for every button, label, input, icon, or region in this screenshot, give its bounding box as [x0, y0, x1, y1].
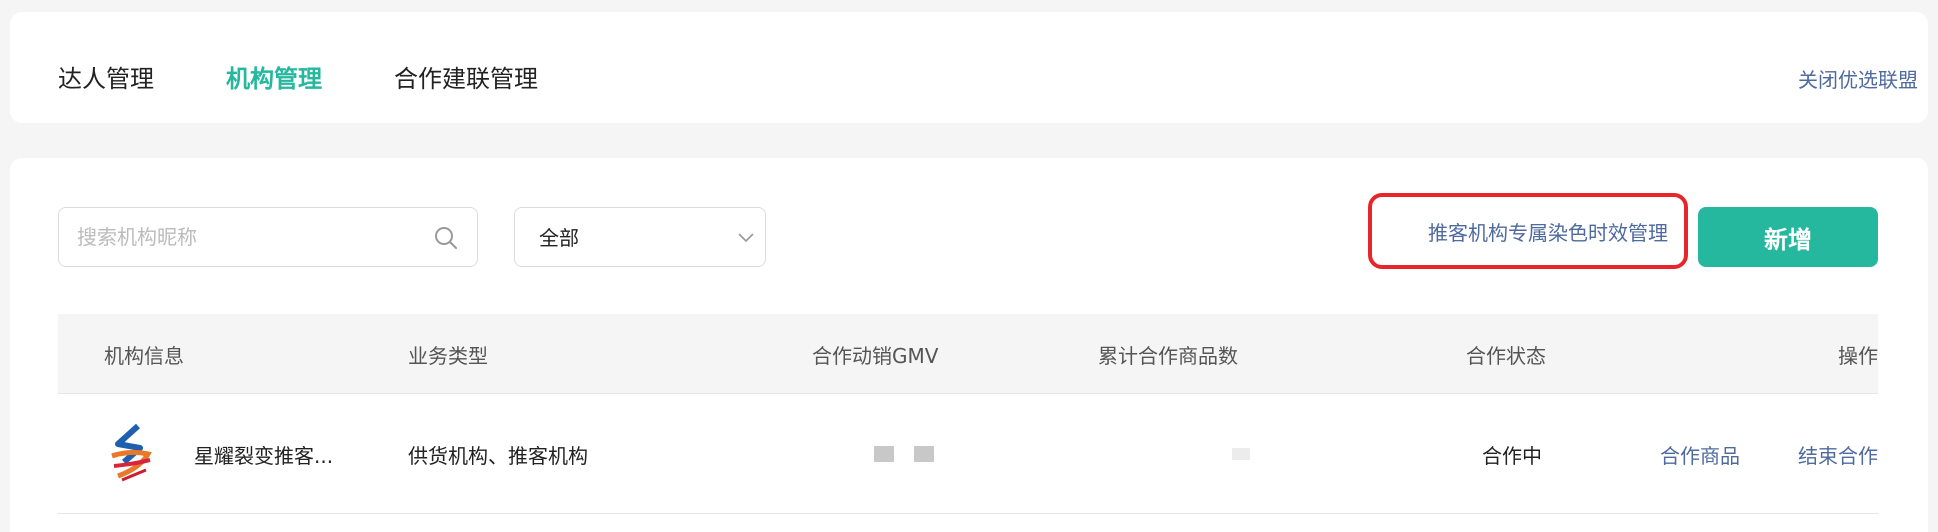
- business-type: 供货机构、推客机构: [408, 444, 588, 468]
- gmv-redacted-2: [914, 446, 934, 462]
- tab-agency-management[interactable]: 机构管理: [226, 62, 322, 96]
- search-box[interactable]: [58, 207, 478, 267]
- column-header-status: 合作状态: [1466, 344, 1546, 368]
- exclusive-attribution-link[interactable]: 推客机构专属染色时效管理: [1428, 217, 1668, 246]
- top-nav-card: 达人管理 机构管理 合作建联管理 关闭优选联盟: [10, 12, 1928, 123]
- column-header-product-count: 累计合作商品数: [1098, 344, 1238, 368]
- table-row: 星耀裂变推客... 供货机构、推客机构 合作中 合作商品 结束合作: [58, 394, 1878, 514]
- add-button[interactable]: 新增: [1698, 207, 1878, 267]
- tab-cooperation-management[interactable]: 合作建联管理: [394, 62, 538, 96]
- agency-logo-icon: [111, 423, 152, 482]
- end-cooperation-link[interactable]: 结束合作: [1798, 440, 1878, 469]
- select-value: 全部: [539, 226, 579, 250]
- gmv-redacted: [874, 446, 894, 462]
- column-header-gmv: 合作动销GMV: [812, 344, 939, 368]
- column-header-actions: 操作: [1838, 344, 1878, 368]
- chevron-down-icon: [738, 233, 754, 243]
- column-header-agency-info: 机构信息: [104, 344, 184, 368]
- type-select[interactable]: 全部: [514, 207, 766, 267]
- search-icon[interactable]: [433, 225, 459, 251]
- agency-name: 星耀裂变推客...: [194, 444, 334, 468]
- table-header: 机构信息 业务类型 合作动销GMV 累计合作商品数 合作状态 操作: [58, 314, 1878, 394]
- product-count-redacted: [1232, 448, 1250, 460]
- tab-talent-management[interactable]: 达人管理: [58, 62, 154, 96]
- column-header-business-type: 业务类型: [408, 344, 488, 368]
- cooperation-products-link[interactable]: 合作商品: [1660, 440, 1740, 469]
- cooperation-status: 合作中: [1482, 444, 1542, 468]
- main-content-card: 全部 推客机构专属染色时效管理 新增 机构信息 业务类型 合作动销GMV 累计合…: [10, 158, 1928, 532]
- highlight-box: 推客机构专属染色时效管理: [1368, 193, 1688, 269]
- search-input[interactable]: [77, 208, 417, 266]
- close-alliance-link[interactable]: 关闭优选联盟: [1798, 64, 1918, 93]
